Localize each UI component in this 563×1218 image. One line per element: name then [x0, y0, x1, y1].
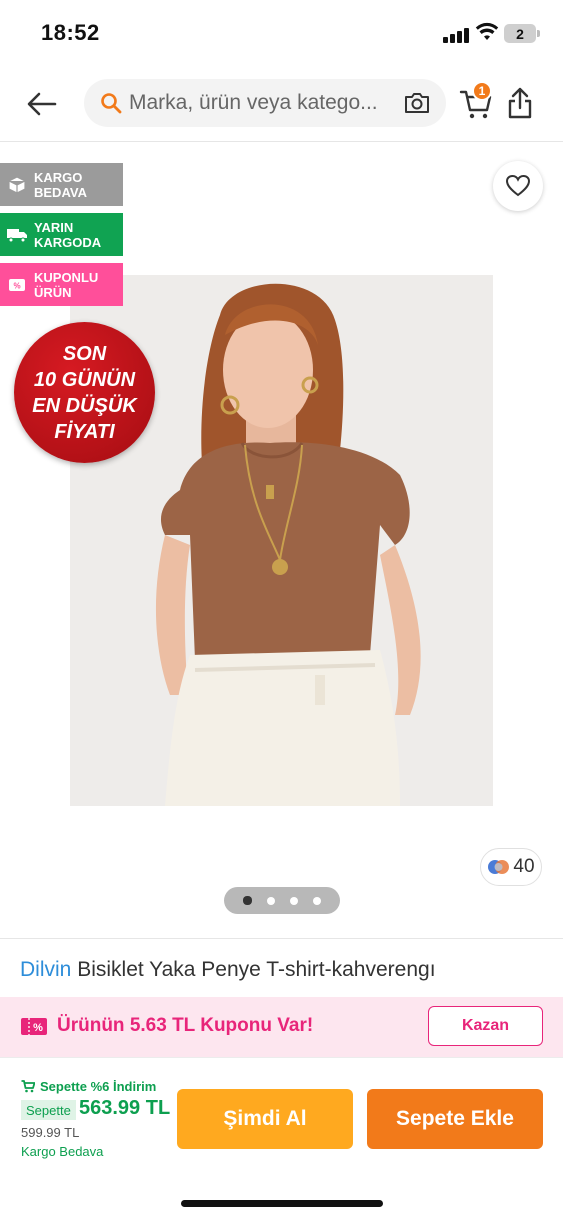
coupon-banner: % Ürünün 5.63 TL Kuponu Var! Kazan [0, 997, 563, 1057]
coupon-icon: % [0, 278, 34, 292]
review-photos-count: 40 [513, 856, 535, 877]
claim-coupon-button[interactable]: Kazan [428, 1006, 543, 1046]
cellular-signal-icon [443, 27, 469, 43]
basket-price-tag: Sepette [21, 1100, 76, 1120]
basket-discount-text: Sepette %6 İndirim [40, 1079, 157, 1094]
product-gallery[interactable]: KARGO BEDAVA YARIN KARGODA % KUPONLU ÜRÜ… [0, 143, 563, 939]
share-icon[interactable] [506, 86, 534, 120]
current-price: 563.99 TL [79, 1097, 171, 1119]
lowest-price-badge: SON 10 GÜNÜN EN DÜŞÜK FİYATI [14, 322, 155, 463]
badge-free-shipping: KARGO BEDAVA [0, 163, 123, 206]
badge-coupon-product: % KUPONLU ÜRÜN [0, 263, 123, 306]
svg-text:%: % [13, 281, 20, 290]
lowest-price-line: 10 GÜNÜN [33, 368, 136, 391]
badge-label: KUPONLU ÜRÜN [34, 269, 99, 300]
battery-level: 2 [504, 24, 536, 43]
product-name: Bisiklet Yaka Penye T-shirt-kahverengı [77, 958, 436, 981]
search-placeholder: Marka, ürün veya katego... [129, 91, 378, 114]
cart-count-badge: 1 [472, 81, 492, 101]
top-nav: Marka, ürün veya katego... 1 [0, 66, 563, 142]
lowest-price-line: SON [62, 342, 107, 365]
pagination-dot[interactable] [290, 896, 298, 905]
back-arrow-icon[interactable] [24, 86, 60, 122]
favorite-button[interactable] [493, 161, 543, 211]
badge-label: KARGO BEDAVA [34, 169, 87, 200]
badge-next-day-shipping: YARIN KARGODA [0, 213, 123, 256]
coupon-text: Ürünün 5.63 TL Kuponu Var! [57, 1015, 314, 1036]
brand-link[interactable]: Dilvin [20, 958, 71, 981]
heart-icon [505, 174, 531, 197]
truck-icon [0, 227, 34, 243]
home-indicator[interactable] [181, 1200, 383, 1207]
status-time: 18:52 [41, 20, 100, 45]
box-icon [0, 175, 34, 194]
product-title: Dilvin Bisiklet Yaka Penye T-shirt-kahve… [20, 958, 436, 982]
lowest-price-line: FİYATI [54, 420, 115, 443]
review-photos-chip[interactable]: 40 [480, 848, 542, 886]
pagination-dot[interactable] [313, 896, 321, 905]
cart-small-icon [21, 1080, 35, 1093]
camera-search-icon[interactable] [403, 90, 431, 116]
buy-now-button[interactable]: Şimdi Al [177, 1089, 353, 1149]
status-bar: 18:52 2 [0, 0, 563, 66]
pagination-dot[interactable] [267, 896, 275, 905]
wifi-icon [475, 22, 499, 40]
battery-icon: 2 [504, 24, 540, 43]
svg-text:%: % [33, 1022, 43, 1034]
basket-discount: Sepette %6 İndirim [21, 1079, 156, 1094]
lowest-price-line: EN DÜŞÜK [32, 394, 137, 417]
gallery-pagination[interactable] [224, 887, 340, 914]
search-icon [101, 93, 122, 114]
badge-label: YARIN KARGODA [34, 219, 102, 250]
original-price: 599.99 TL [21, 1125, 80, 1140]
search-input[interactable]: Marka, ürün veya katego... [84, 79, 446, 127]
coupon-ticket-icon: % [21, 1018, 47, 1035]
review-photos-icon [488, 860, 510, 874]
free-shipping-text: Kargo Bedava [21, 1144, 104, 1159]
purchase-bar: Sepette %6 İndirim Sepette 563.99 TL 599… [0, 1057, 563, 1218]
add-to-cart-button[interactable]: Sepete Ekle [367, 1089, 543, 1149]
pagination-dot[interactable] [243, 896, 252, 905]
